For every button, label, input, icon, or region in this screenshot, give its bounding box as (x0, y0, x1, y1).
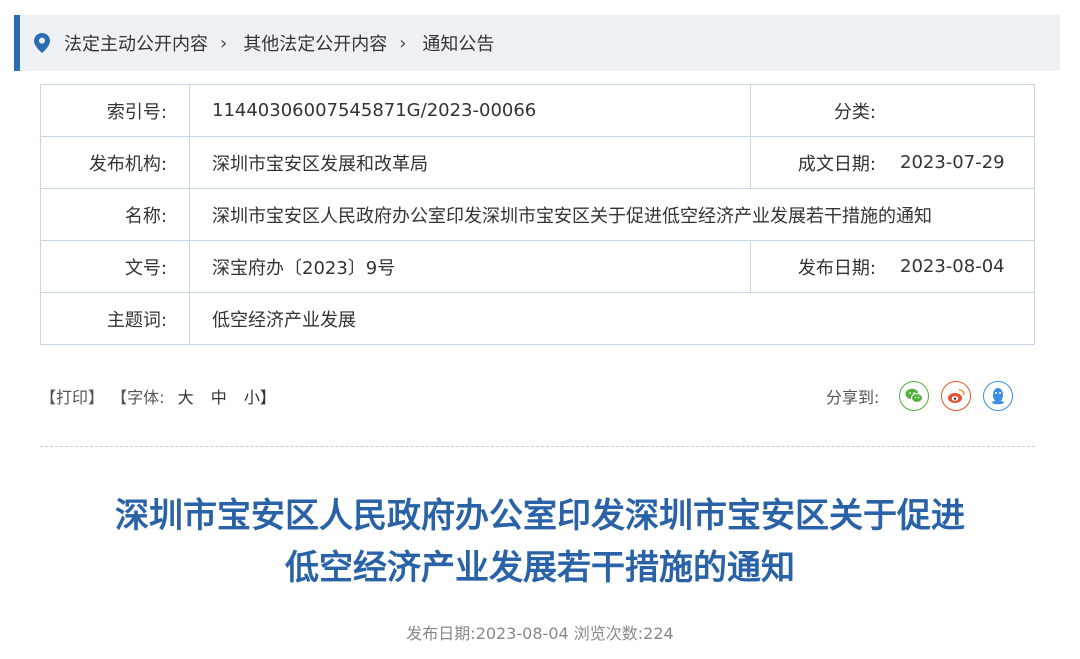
category-value (900, 84, 1035, 137)
article-title-line-1: 深圳市宝安区人民政府办公室印发深圳市宝安区关于促进 (115, 496, 965, 536)
article-tools: 【打印】 【字体: 大 中 小】 (40, 384, 282, 408)
agency-label: 发布机构: (40, 136, 190, 189)
subject-value: 低空经济产业发展 (189, 292, 1035, 345)
name-label: 名称: (40, 188, 190, 241)
share-bar: 分享到: (826, 381, 1025, 411)
index-value: 11440306007545871G/2023-00066 (189, 84, 751, 137)
share-label: 分享到: (826, 388, 880, 407)
article-meta: 发布日期:2023-08-04 浏览次数:224 (406, 624, 674, 643)
breadcrumb: 法定主动公开内容 › 其他法定公开内容 › 通知公告 (14, 15, 1060, 71)
article-title-line-2: 低空经济产业发展若干措施的通知 (285, 548, 795, 588)
info-row-docno: 文号: 深宝府办〔2023〕9号 发布日期: 2023-08-04 (40, 240, 1035, 293)
article-title: 深圳市宝安区人民政府办公室印发深圳市宝安区关于促进 低空经济产业发展若干措施的通… (0, 490, 1080, 594)
name-value: 深圳市宝安区人民政府办公室印发深圳市宝安区关于促进低空经济产业发展若干措施的通知 (189, 188, 1035, 241)
breadcrumb-item-1[interactable]: 法定主动公开内容 (64, 30, 208, 56)
category-label: 分类: (750, 84, 900, 137)
publish-date-label: 发布日期: (750, 240, 900, 293)
info-row-agency: 发布机构: 深圳市宝安区发展和改革局 成文日期: 2023-07-29 (40, 136, 1035, 189)
info-row-name: 名称: 深圳市宝安区人民政府办公室印发深圳市宝安区关于促进低空经济产业发展若干措… (40, 188, 1035, 241)
doc-no-label: 文号: (40, 240, 190, 293)
font-size-large-button[interactable]: 大 (178, 388, 194, 407)
divider (40, 446, 1035, 447)
qq-icon[interactable] (983, 381, 1014, 411)
chevron-right-icon: › (220, 32, 228, 54)
breadcrumb-item-2[interactable]: 其他法定公开内容 (243, 30, 387, 56)
chevron-right-icon: › (399, 32, 407, 54)
subject-label: 主题词: (40, 292, 190, 345)
font-size-small-button[interactable]: 小】 (244, 388, 276, 407)
info-row-index: 索引号: 11440306007545871G/2023-00066 分类: (40, 84, 1035, 137)
document-info-table: 索引号: 11440306007545871G/2023-00066 分类: 发… (40, 84, 1035, 345)
written-date-value: 2023-07-29 (900, 136, 1035, 189)
info-row-subject: 主题词: 低空经济产业发展 (40, 292, 1035, 345)
agency-value: 深圳市宝安区发展和改革局 (189, 136, 751, 189)
doc-no-value: 深宝府办〔2023〕9号 (189, 240, 751, 293)
publish-date-value: 2023-08-04 (900, 240, 1035, 293)
location-pin-icon (34, 33, 50, 53)
wechat-icon[interactable] (899, 381, 930, 411)
weibo-icon[interactable] (941, 381, 972, 411)
breadcrumb-item-3[interactable]: 通知公告 (422, 30, 494, 56)
print-button[interactable]: 【打印】 (40, 388, 104, 407)
font-size-prefix: 【字体: (111, 388, 165, 407)
written-date-label: 成文日期: (750, 136, 900, 189)
index-label: 索引号: (40, 84, 190, 137)
font-size-medium-button[interactable]: 中 (211, 388, 227, 407)
